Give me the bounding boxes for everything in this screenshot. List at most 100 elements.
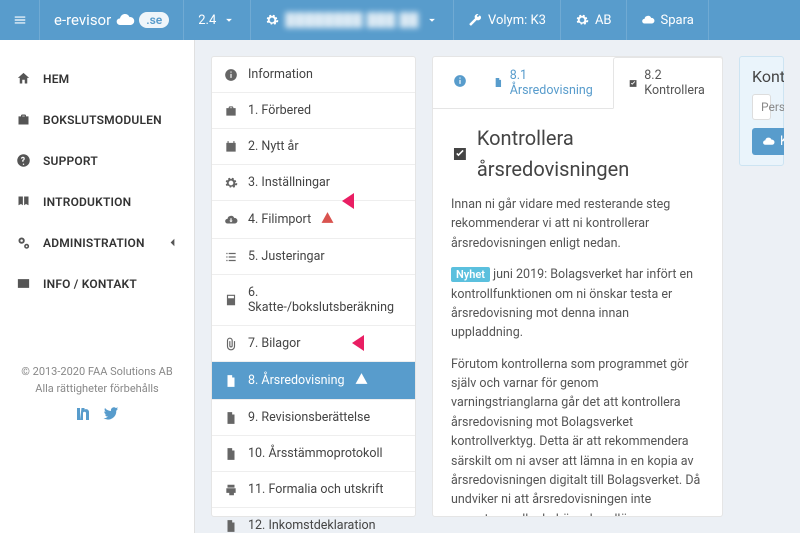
brand[interactable]: e-revisor .se xyxy=(40,0,184,40)
chevron-down-icon xyxy=(425,13,439,27)
envelope-icon xyxy=(16,276,31,291)
kontrollera-card: Kontrollera Personnummer Kontrollera xyxy=(739,56,784,166)
step-label: 10. Årsstämmoprotokoll xyxy=(248,446,383,461)
version-dropdown[interactable]: 2.4 xyxy=(184,0,251,40)
paragraph: Nyhet juni 2019: Bolagsverket har infört… xyxy=(451,265,704,343)
paragraph: Förutom kontrollerna som programmet gör … xyxy=(451,355,704,517)
page-title: Kontrollera årsredovisningen xyxy=(451,123,704,185)
tabs: 8.1 Årsredovisning 8.2 Kontrollera xyxy=(433,57,722,109)
step-item[interactable]: 8. Årsredovisning xyxy=(212,362,415,400)
chevron-left-icon xyxy=(165,235,180,250)
company-dropdown[interactable]: ████████ ███ ██ xyxy=(251,0,454,40)
panel-body: Kontrollera årsredovisningen Innan ni gå… xyxy=(433,109,722,517)
volym-label: Volym: K3 xyxy=(488,13,546,28)
gear-icon xyxy=(224,176,238,190)
attachment-icon xyxy=(224,337,238,351)
step-label: 4. Filimport xyxy=(248,212,311,227)
step-label: 7. Bilagor xyxy=(248,336,300,351)
volym-button[interactable]: Volym: K3 xyxy=(454,0,561,40)
sidebar-item-introduktion[interactable]: INTRODUKTION xyxy=(0,181,194,222)
step-item[interactable]: 10. Årsstämmoprotokoll xyxy=(212,436,415,472)
cloud-icon xyxy=(762,135,775,148)
gear-icon xyxy=(265,13,279,27)
list-icon xyxy=(224,250,238,264)
tab-label: 8.1 Årsredovisning xyxy=(510,68,595,98)
step-label: 8. Årsredovisning xyxy=(248,373,345,388)
file-icon xyxy=(224,411,238,425)
file-icon xyxy=(224,447,238,461)
sidebar-item-support[interactable]: SUPPORT xyxy=(0,140,194,181)
info-icon[interactable] xyxy=(445,64,475,102)
main-panel: 8.1 Årsredovisning 8.2 Kontrollera Kontr… xyxy=(432,56,723,517)
warning-icon xyxy=(355,372,368,389)
step-label: 11. Formalia och utskrift xyxy=(248,482,383,497)
step-label: 1. Förbered xyxy=(248,103,311,118)
info-icon xyxy=(224,68,238,82)
step-label: 6. Skatte-/bokslutsberäkning xyxy=(248,285,403,315)
calendar-icon xyxy=(224,140,238,154)
sidebar-item-label: INTRODUKTION xyxy=(43,195,131,209)
step-item[interactable]: 4. Filimport xyxy=(212,201,415,239)
sidebar-item-info-kontakt[interactable]: INFO / KONTAKT xyxy=(0,263,194,304)
book-icon xyxy=(16,194,31,209)
question-icon xyxy=(16,153,31,168)
sidebar-item-administration[interactable]: ADMINISTRATION xyxy=(0,222,194,263)
step-item[interactable]: Information xyxy=(212,57,415,93)
step-label: 5. Justeringar xyxy=(248,249,325,264)
step-label: 9. Revisionsberättelse xyxy=(248,410,370,425)
step-item[interactable]: 12. Inkomstdeklaration xyxy=(212,508,415,533)
sidebar-item-hem[interactable]: HEM xyxy=(0,58,194,99)
ab-button[interactable]: AB xyxy=(561,0,627,40)
cloud-icon xyxy=(641,13,655,27)
nyhet-badge: Nyhet xyxy=(451,267,490,282)
step-item[interactable]: 1. Förbered xyxy=(212,93,415,129)
home-icon xyxy=(16,71,31,86)
step-item[interactable]: 7. Bilagor xyxy=(212,326,415,362)
tab-label: 8.2 Kontrollera xyxy=(644,68,707,98)
step-label: Information xyxy=(248,67,313,82)
company-label-blurred: ████████ ███ ██ xyxy=(285,12,419,28)
step-item[interactable]: 5. Justeringar xyxy=(212,239,415,275)
sidebar-item-label: BOKSLUTSMODULEN xyxy=(43,113,162,127)
twitter-icon[interactable] xyxy=(102,405,120,429)
tab-arsredovisning[interactable]: 8.1 Årsredovisning xyxy=(479,58,609,108)
print-icon xyxy=(224,483,238,497)
gear-icon xyxy=(575,13,589,27)
briefcase-icon xyxy=(16,112,31,127)
step-item[interactable]: 6. Skatte-/bokslutsberäkning xyxy=(212,275,415,326)
sidebar-item-label: HEM xyxy=(43,72,69,86)
personnummer-input[interactable]: Personnummer xyxy=(752,94,771,120)
sidebar-item-bokslutsmodulen[interactable]: BOKSLUTSMODULEN xyxy=(0,99,194,140)
spara-label: Spara xyxy=(661,13,694,28)
step-item[interactable]: 9. Revisionsberättelse xyxy=(212,400,415,436)
file-icon xyxy=(224,374,238,388)
version-label: 2.4 xyxy=(198,13,216,28)
sidebar: HEM BOKSLUTSMODULEN SUPPORT INTRODUKTION ADM… xyxy=(0,40,195,533)
tab-kontrollera[interactable]: 8.2 Kontrollera xyxy=(613,57,723,109)
kontrollera-button[interactable]: Kontrollera xyxy=(752,128,784,155)
linkedin-icon[interactable] xyxy=(74,405,92,429)
brand-text: e-revisor xyxy=(54,11,111,29)
sidebar-item-label: INFO / KONTAKT xyxy=(43,277,137,291)
sidebar-item-label: ADMINISTRATION xyxy=(43,236,145,250)
menu-toggle[interactable] xyxy=(0,0,40,40)
check-icon xyxy=(628,77,638,90)
copyright: © 2013-2020 FAA Solutions AB xyxy=(0,364,194,381)
topbar: e-revisor .se 2.4 ████████ ███ ██ Volym:… xyxy=(0,0,800,40)
step-label: 12. Inkomstdeklaration xyxy=(248,518,376,533)
paragraph: Innan ni går vidare med resterande steg … xyxy=(451,195,704,253)
bars-icon xyxy=(13,13,27,27)
spara-button[interactable]: Spara xyxy=(627,0,709,40)
ab-label: AB xyxy=(595,13,612,28)
cloud-down-icon xyxy=(224,213,238,227)
step-item[interactable]: 11. Formalia och utskrift xyxy=(212,472,415,508)
file-icon xyxy=(224,519,238,533)
calculator-icon xyxy=(224,293,238,307)
file-icon xyxy=(493,76,504,89)
step-item[interactable]: 3. Inställningar xyxy=(212,165,415,201)
footer: © 2013-2020 FAA Solutions AB Alla rättig… xyxy=(0,364,194,429)
check-icon xyxy=(451,144,469,164)
step-item[interactable]: 2. Nytt år xyxy=(212,129,415,165)
brand-badge: .se xyxy=(139,12,169,28)
steps-list: Information 1. Förbered 2. Nytt år3. Instä… xyxy=(211,56,416,517)
